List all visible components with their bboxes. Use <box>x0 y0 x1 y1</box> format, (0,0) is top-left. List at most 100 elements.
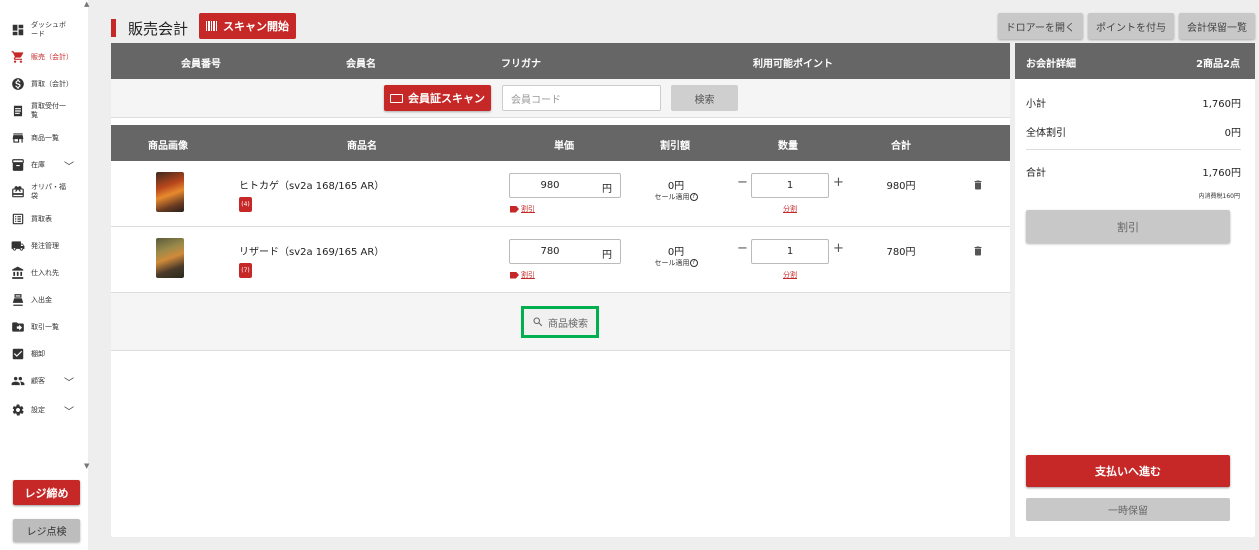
proceed-to-payment-button[interactable]: 支払いへ進む <box>1026 455 1230 487</box>
header-furigana: フリガナ <box>501 59 541 70</box>
cash-register-icon <box>11 293 25 307</box>
sidebar-item-label: 商品一覧 <box>31 133 59 142</box>
scan-start-button[interactable]: スキャン開始 <box>199 13 296 39</box>
sidebar-item-label: 販売（会計） <box>31 52 73 61</box>
quantity-input[interactable]: 1 <box>751 239 829 264</box>
header-product-image: 商品画像 <box>148 141 188 152</box>
line-total: 980円 <box>886 181 916 192</box>
check-register-button[interactable]: レジ点検 <box>13 519 80 542</box>
unit-price-input[interactable]: 780 円 <box>509 239 621 264</box>
header-quantity: 数量 <box>778 141 798 152</box>
product-search-button[interactable]: 商品検索 <box>521 306 599 338</box>
help-icon[interactable]: ? <box>689 193 698 201</box>
member-search-button[interactable]: 検索 <box>671 85 738 111</box>
checkout-panel: 会員番号 会員名 フリガナ 利用可能ポイント 会員証スキャン 会員コード 検索 … <box>111 43 1010 537</box>
overall-discount-line: 全体割引 0円 <box>1026 124 1241 139</box>
people-icon <box>11 374 25 388</box>
sidebar-item-label: 取引一覧 <box>31 322 59 331</box>
main-area: 販売会計 スキャン開始 ドロアーを開く ポイントを付与 会計保留一覧 会員番号 … <box>96 0 1259 550</box>
store-icon <box>11 131 25 145</box>
sidebar-item-products[interactable]: 商品一覧 <box>0 126 86 150</box>
item-discount-link[interactable]: 割引 <box>510 270 535 280</box>
quantity-increment-button[interactable]: + <box>833 175 844 190</box>
product-name: ヒトカゲ（sv2a 168/165 AR） <box>239 181 385 192</box>
header-member-number: 会員番号 <box>181 59 221 70</box>
delete-icon[interactable] <box>972 244 984 258</box>
split-link[interactable]: 分割 <box>783 204 797 214</box>
top-right-actions: ドロアーを開く ポイントを付与 会計保留一覧 <box>997 13 1255 39</box>
header-total: 合計 <box>891 141 911 152</box>
total-value: 1,760円 <box>1202 168 1241 179</box>
split-link[interactable]: 分割 <box>783 270 797 280</box>
sidebar-item-purchase-table[interactable]: 買取表 <box>0 207 86 231</box>
item-discount-link[interactable]: 割引 <box>510 204 535 214</box>
product-search-row: 商品検索 <box>111 293 1010 351</box>
sidebar-item-sales[interactable]: 販売（会計） <box>0 45 86 69</box>
bank-icon <box>11 266 25 280</box>
open-drawer-button[interactable]: ドロアーを開く <box>997 13 1083 39</box>
sidebar-item-customers[interactable]: 顧客 ﹀ <box>0 369 86 393</box>
chevron-down-icon[interactable]: ﹀ <box>64 374 74 389</box>
gear-icon <box>11 403 25 417</box>
sidebar-scroll-down-icon[interactable]: ▼ <box>84 462 89 470</box>
chevron-down-icon[interactable]: ﹀ <box>64 403 74 418</box>
sidebar-item-settings[interactable]: 設定 ﹀ <box>0 398 86 422</box>
page-title: 販売会計 <box>128 19 189 38</box>
title-accent-bar <box>111 19 116 37</box>
sidebar-item-oripa[interactable]: オリパ・福袋 <box>0 180 86 204</box>
member-code-input[interactable]: 会員コード <box>502 85 661 111</box>
sidebar-item-orders[interactable]: 発注管理 <box>0 234 86 258</box>
table-row: リザード（sv2a 169/165 AR） (7) 780 円 割引 0円 セー… <box>111 227 1010 293</box>
sidebar-item-cash[interactable]: 入出金 <box>0 288 86 312</box>
quantity-decrement-button[interactable]: − <box>737 241 748 256</box>
sidebar-item-inventory[interactable]: 在庫 ﹀ <box>0 153 86 177</box>
line-total: 780円 <box>886 247 916 258</box>
item-discount-label: 割引 <box>521 271 535 279</box>
sidebar-item-transactions[interactable]: 取引一覧 <box>0 315 86 339</box>
sidebar-item-suppliers[interactable]: 仕入れ先 <box>0 261 86 285</box>
quantity-decrement-button[interactable]: − <box>737 175 748 190</box>
held-transactions-button[interactable]: 会計保留一覧 <box>1179 13 1255 39</box>
grant-points-button[interactable]: ポイントを付与 <box>1088 13 1174 39</box>
delete-icon[interactable] <box>972 178 984 192</box>
help-icon[interactable]: ? <box>689 259 698 267</box>
summary-count: 2商品2点 <box>1196 59 1240 70</box>
sidebar-item-dashboard[interactable]: ダッシュボード <box>0 18 86 42</box>
id-card-icon <box>390 93 403 103</box>
chevron-down-icon[interactable]: ﹀ <box>64 158 74 173</box>
sidebar-scroll-up-icon[interactable]: ▲ <box>84 0 89 8</box>
discount-amount: 0円 <box>667 181 685 192</box>
summary-header: お会計詳細 2商品2点 <box>1015 43 1255 79</box>
member-card-scan-button[interactable]: 会員証スキャン <box>384 85 491 111</box>
sidebar-item-purchase[interactable]: 買取（会計） <box>0 72 86 96</box>
overall-discount-label: 全体割引 <box>1026 128 1066 139</box>
sidebar-item-label: 入出金 <box>31 295 52 304</box>
stock-badge: (7) <box>239 263 252 278</box>
sidebar: ▲ ダッシュボード 販売（会計） 買取（会計） 買取受付一覧 商品一覧 在庫 ﹀ <box>0 0 89 550</box>
cart-icon <box>11 50 25 64</box>
stock-badge: (4) <box>239 197 252 212</box>
yen-unit: 円 <box>602 250 612 261</box>
header-unit-price: 単価 <box>554 141 574 152</box>
checkout-summary: お会計詳細 2商品2点 小計 1,760円 全体割引 0円 合計 1,760円 … <box>1015 43 1255 537</box>
dollar-icon <box>11 77 25 91</box>
sidebar-item-stocktake[interactable]: 棚卸 <box>0 342 86 366</box>
quantity-input[interactable]: 1 <box>751 173 829 198</box>
sale-applied-note: セール適用? <box>641 192 711 202</box>
header-available-points: 利用可能ポイント <box>753 59 833 70</box>
list-icon <box>11 212 25 226</box>
subtotal-line: 小計 1,760円 <box>1026 95 1241 110</box>
temporary-hold-button[interactable]: 一時保留 <box>1026 498 1230 521</box>
overall-discount-button[interactable]: 割引 <box>1026 210 1230 243</box>
gift-icon <box>11 185 25 199</box>
total-line: 合計 1,760円 <box>1026 164 1241 179</box>
search-icon <box>533 317 543 327</box>
quantity-increment-button[interactable]: + <box>833 241 844 256</box>
close-register-button[interactable]: レジ締め <box>13 480 80 505</box>
unit-price-input[interactable]: 980 円 <box>509 173 621 198</box>
sidebar-item-purchase-reception[interactable]: 買取受付一覧 <box>0 99 86 123</box>
sidebar-item-label: オリパ・福袋 <box>31 183 66 200</box>
unit-price-value: 980 <box>540 180 560 191</box>
sale-applied-label: セール適用 <box>654 259 690 267</box>
product-name: リザード（sv2a 169/165 AR） <box>239 247 385 258</box>
